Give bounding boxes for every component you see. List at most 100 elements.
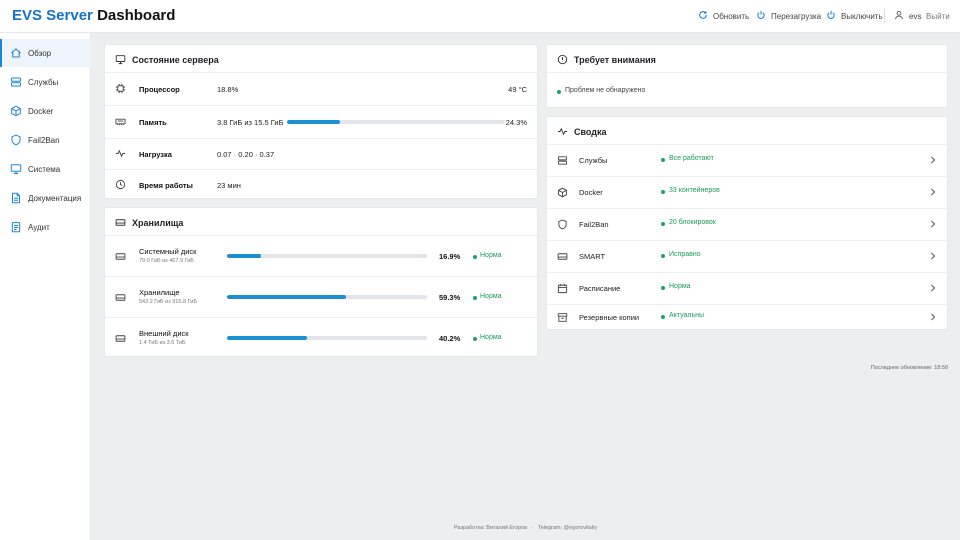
app-title: EVS Server Dashboard <box>12 7 176 24</box>
summary-title: Сводка <box>557 125 607 139</box>
sidebar-item-fail2ban[interactable]: Fail2Ban <box>0 126 91 154</box>
username: evs <box>909 11 922 21</box>
disk-status: Норма <box>480 293 502 300</box>
monitor-icon <box>10 163 22 175</box>
disk-usage-fill <box>227 295 346 299</box>
user-icon <box>894 10 904 22</box>
disk-status: Норма <box>480 252 502 259</box>
disk-usage-bar <box>227 254 427 258</box>
uptime-row: Время работы 23 мин <box>105 170 537 200</box>
drive-icon <box>115 251 126 262</box>
status-dot <box>661 222 665 226</box>
summary-status: Исправно <box>669 251 701 258</box>
chevron-right-icon <box>929 220 937 228</box>
disk-name: Системный диск <box>139 247 197 256</box>
summary-status: 33 контейнеров <box>669 187 720 194</box>
disk-percent: 40.2% <box>439 334 461 343</box>
memory-bar <box>287 120 505 124</box>
memory-icon <box>115 116 126 127</box>
disk-usage-bar <box>227 336 427 340</box>
summary-status: Все работают <box>669 155 714 162</box>
summary-item-docker[interactable]: Docker 33 контейнеров <box>547 177 947 208</box>
shield-icon <box>557 219 568 230</box>
disk-usage-fill <box>227 254 261 258</box>
disk-row-external: Внешний диск 1.4 ТиБ из 3.6 ТиБ 40.2% Но… <box>105 318 537 358</box>
archive-icon <box>557 312 568 323</box>
disk-row-system: Системный диск 79.0 ГиБ из 467.9 ГиБ 16.… <box>105 236 537 276</box>
sidebar-item-documentation[interactable]: Документация <box>0 184 91 212</box>
services-icon <box>557 155 568 166</box>
chevron-right-icon <box>929 252 937 260</box>
top-bar: EVS Server Dashboard Обновить Перезагруз… <box>0 0 960 33</box>
memory-percent: 24.3% <box>505 118 527 127</box>
drive-icon <box>115 333 126 344</box>
summary-item-smart[interactable]: SMART Исправно <box>547 241 947 272</box>
cpu-row: Процессор 18.8% 49 °C <box>105 73 537 105</box>
header-divider <box>884 9 885 23</box>
cube-icon <box>557 187 568 198</box>
chevron-right-icon <box>929 313 937 321</box>
summary-status: Норма <box>669 283 691 290</box>
storage-title: Хранилища <box>115 216 183 230</box>
disk-row-storage: Хранилище 543.2 ГиБ из 915.8 ГиБ 59.3% Н… <box>105 277 537 317</box>
last-update: Последнее обновление: 18:58 <box>870 365 948 371</box>
chevron-right-icon <box>929 188 937 196</box>
cpu-icon <box>115 83 126 94</box>
uptime-value: 23 мин <box>217 181 241 190</box>
status-dot <box>661 158 665 162</box>
chevron-right-icon <box>929 284 937 292</box>
chevron-right-icon <box>929 156 937 164</box>
memory-row: Память 3.8 ГиБ из 15.5 ГиБ 24.3% <box>105 106 537 138</box>
activity-icon <box>557 126 568 139</box>
home-icon <box>10 47 22 59</box>
memory-bar-fill <box>287 120 340 124</box>
sidebar-item-overview[interactable]: Обзор <box>0 39 91 67</box>
status-dot <box>661 254 665 258</box>
sidebar-item-services[interactable]: Службы <box>0 68 91 96</box>
disk-usage-fill <box>227 336 308 340</box>
sidebar-item-audit[interactable]: Аудит <box>0 213 91 241</box>
memory-value: 3.8 ГиБ из 15.5 ГиБ <box>217 118 284 127</box>
summary-card: Сводка Службы Все работают Docker 33 кон… <box>546 116 948 330</box>
services-icon <box>10 76 22 88</box>
power-icon <box>826 10 836 22</box>
refresh-button[interactable]: Обновить <box>698 9 749 23</box>
sidebar-item-docker[interactable]: Docker <box>0 97 91 125</box>
summary-item-schedule[interactable]: Расписание Норма <box>547 273 947 304</box>
refresh-icon <box>698 10 708 22</box>
footer-telegram-link[interactable]: Telegram: @egorovitaliy <box>538 525 597 531</box>
clipboard-icon <box>10 221 22 233</box>
activity-icon <box>115 148 126 159</box>
disk-detail: 79.0 ГиБ из 467.9 ГиБ <box>139 258 194 264</box>
drive-icon <box>115 217 126 230</box>
drive-icon <box>557 251 568 262</box>
cpu-value: 18.8% <box>217 85 239 94</box>
shutdown-button[interactable]: Выключить <box>826 9 883 23</box>
drive-icon <box>115 292 126 303</box>
status-dot <box>473 337 477 341</box>
status-dot <box>557 90 561 94</box>
divider <box>547 72 947 73</box>
summary-item-fail2ban[interactable]: Fail2Ban 20 блокировок <box>547 209 947 240</box>
status-dot <box>473 296 477 300</box>
shield-icon <box>10 134 22 146</box>
disk-name: Внешний диск <box>139 329 189 338</box>
server-status-card: Состояние сервера Процессор 18.8% 49 °C … <box>104 44 538 199</box>
summary-item-services[interactable]: Службы Все работают <box>547 145 947 176</box>
disk-detail: 1.4 ТиБ из 3.6 ТиБ <box>139 340 186 346</box>
logout-button[interactable]: Выйти <box>926 9 950 23</box>
storage-card: Хранилища Системный диск 79.0 ГиБ из 467… <box>104 207 538 357</box>
attention-message: Проблем не обнаружено <box>565 87 646 94</box>
status-dot <box>473 255 477 259</box>
status-dot <box>661 286 665 290</box>
sidebar-item-system[interactable]: Система <box>0 155 91 183</box>
footer: Разработка: Виталий Егоров · Telegram: @… <box>91 525 960 531</box>
document-icon <box>10 192 22 204</box>
summary-item-backups[interactable]: Резервные копии Актуальны <box>547 305 947 331</box>
reboot-button[interactable]: Перезагрузка <box>756 9 821 23</box>
user-menu[interactable]: evs <box>894 9 921 23</box>
attention-title: Требует внимания <box>557 53 656 67</box>
disk-percent: 16.9% <box>439 252 461 261</box>
load-row: Нагрузка 0.07 · 0.20 · 0.37 <box>105 139 537 169</box>
status-dot <box>661 190 665 194</box>
